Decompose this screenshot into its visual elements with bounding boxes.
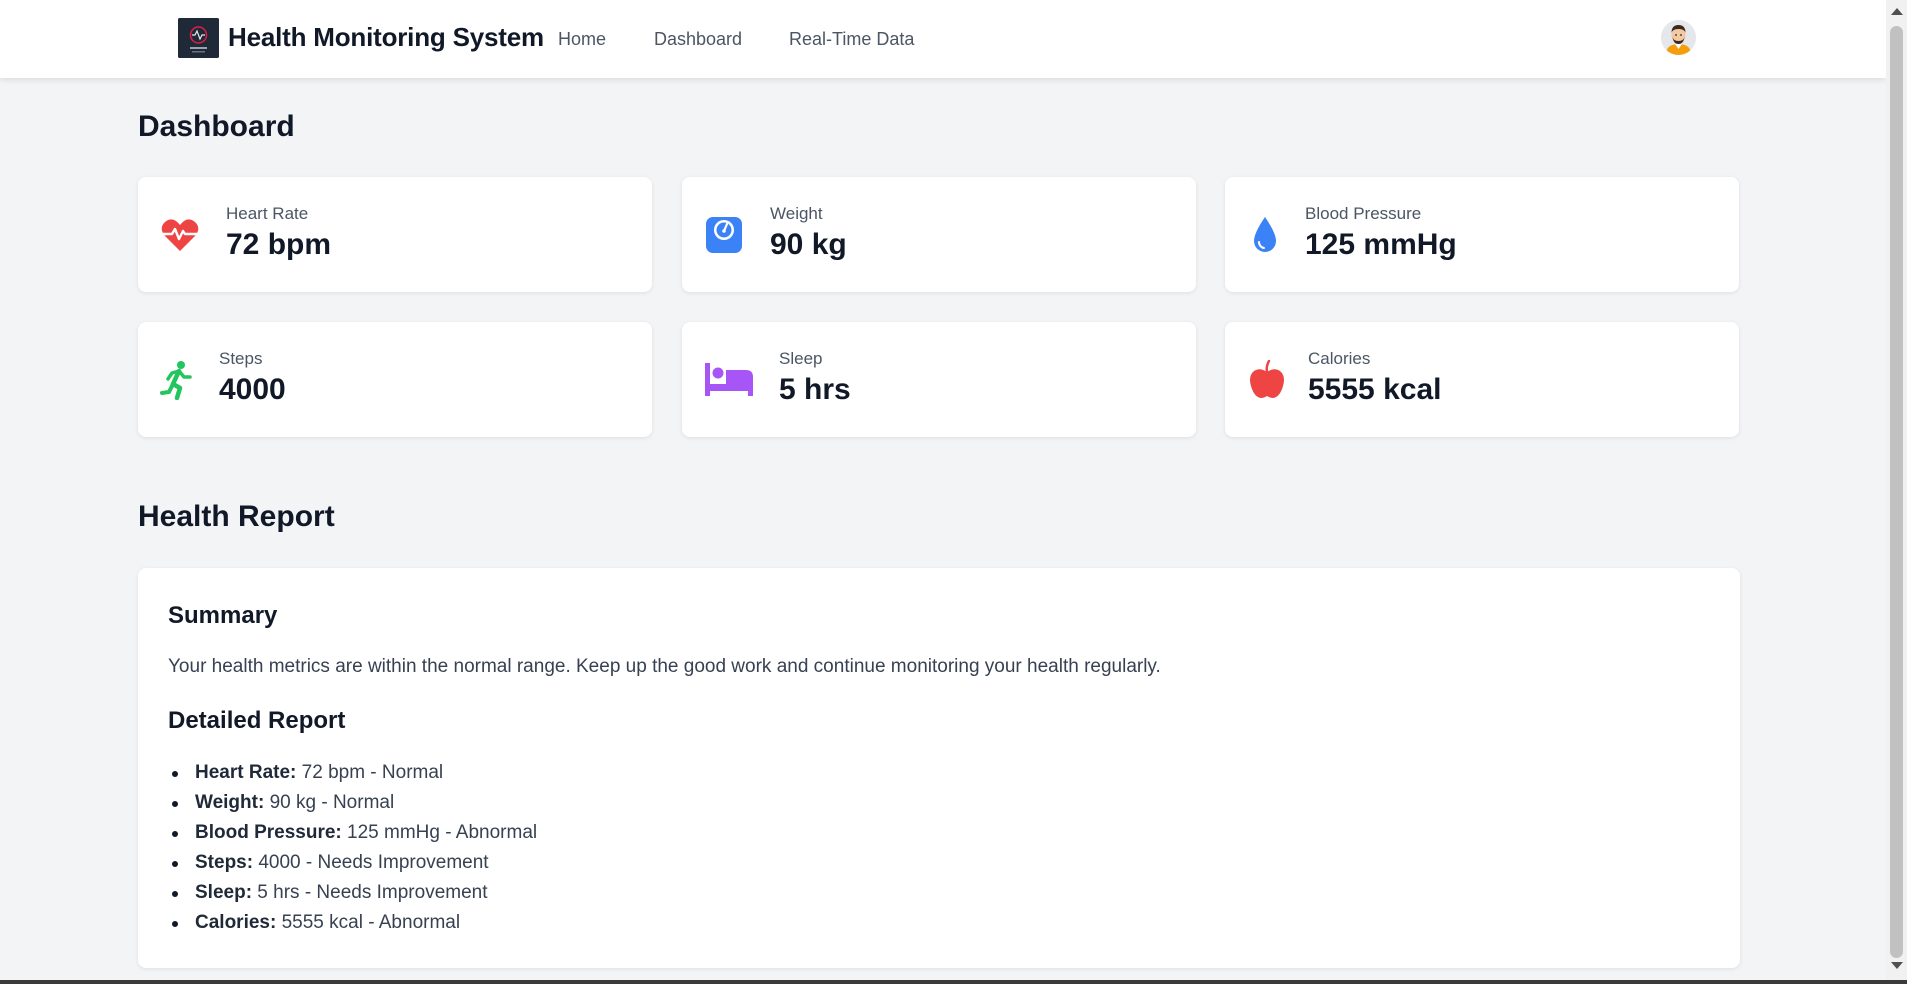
- user-avatar[interactable]: [1661, 20, 1696, 55]
- list-item: Calories: 5555 kcal - Abnormal: [168, 911, 537, 941]
- item-label: Weight:: [195, 792, 265, 813]
- weight-scale-icon: [704, 215, 744, 255]
- droplet-icon: [1245, 215, 1285, 255]
- dashboard-title: Dashboard: [138, 110, 295, 143]
- health-report-panel: Summary Your health metrics are within t…: [138, 568, 1740, 968]
- item-label: Heart Rate:: [195, 762, 297, 783]
- vertical-scrollbar[interactable]: [1886, 0, 1907, 980]
- card-value: 72 bpm: [226, 228, 332, 261]
- summary-heading: Summary: [168, 602, 278, 629]
- item-label: Calories:: [195, 912, 277, 933]
- scroll-up-arrow-icon[interactable]: [1891, 8, 1903, 15]
- card-value: 125 mmHg: [1305, 228, 1457, 261]
- calories-card: Calories 5555 kcal: [1225, 322, 1739, 437]
- item-text: 4000 - Needs Improvement: [253, 852, 489, 873]
- sleep-card: Sleep 5 hrs: [682, 322, 1196, 437]
- detailed-report-heading: Detailed Report: [168, 707, 346, 734]
- detailed-report-list: Heart Rate: 72 bpm - Normal Weight: 90 k…: [168, 761, 537, 941]
- window-bottom-edge: [0, 980, 1907, 984]
- nav-link-home[interactable]: Home: [558, 29, 606, 50]
- list-item: Heart Rate: 72 bpm - Normal: [168, 761, 537, 791]
- item-label: Steps:: [195, 852, 254, 873]
- card-value: 4000: [219, 373, 286, 406]
- health-report-title: Health Report: [138, 500, 335, 533]
- card-value: 90 kg: [770, 228, 847, 261]
- apple-icon: [1247, 359, 1287, 400]
- card-label: Weight: [770, 204, 823, 223]
- app-logo-icon[interactable]: [178, 18, 219, 58]
- card-label: Heart Rate: [226, 204, 309, 223]
- list-item: Blood Pressure: 125 mmHg - Abnormal: [168, 821, 537, 851]
- heart-rate-card: Heart Rate 72 bpm: [138, 177, 652, 292]
- item-label: Sleep:: [195, 882, 253, 903]
- card-value: 5 hrs: [779, 373, 851, 406]
- scrollbar-thumb[interactable]: [1890, 26, 1903, 958]
- item-text: 125 mmHg - Abnormal: [341, 822, 538, 843]
- card-label: Sleep: [779, 349, 823, 368]
- nav-link-dashboard[interactable]: Dashboard: [654, 29, 742, 50]
- steps-card: Steps 4000: [138, 322, 652, 437]
- card-value: 5555 kcal: [1308, 373, 1442, 406]
- item-text: 90 kg - Normal: [264, 792, 395, 813]
- bed-icon: [704, 360, 754, 400]
- heart-pulse-icon: [160, 215, 200, 255]
- page-viewport: Health Monitoring System Home Dashboard …: [0, 0, 1886, 980]
- nav-link-real-time-data[interactable]: Real-Time Data: [789, 29, 914, 50]
- list-item: Steps: 4000 - Needs Improvement: [168, 851, 537, 881]
- item-text: 5555 kcal - Abnormal: [276, 912, 461, 933]
- top-navbar: Health Monitoring System Home Dashboard …: [0, 0, 1886, 78]
- summary-text: Your health metrics are within the norma…: [168, 656, 1161, 677]
- card-label: Blood Pressure: [1305, 204, 1422, 223]
- running-person-icon: [158, 360, 198, 401]
- blood-pressure-card: Blood Pressure 125 mmHg: [1225, 177, 1739, 292]
- brand-title[interactable]: Health Monitoring System: [228, 22, 544, 53]
- list-item: Weight: 90 kg - Normal: [168, 791, 537, 821]
- item-text: 5 hrs - Needs Improvement: [252, 882, 488, 903]
- card-label: Steps: [219, 349, 263, 368]
- list-item: Sleep: 5 hrs - Needs Improvement: [168, 881, 537, 911]
- scroll-down-arrow-icon[interactable]: [1891, 962, 1903, 969]
- card-label: Calories: [1308, 349, 1371, 368]
- item-label: Blood Pressure:: [195, 822, 342, 843]
- weight-card: Weight 90 kg: [682, 177, 1196, 292]
- item-text: 72 bpm - Normal: [296, 762, 444, 783]
